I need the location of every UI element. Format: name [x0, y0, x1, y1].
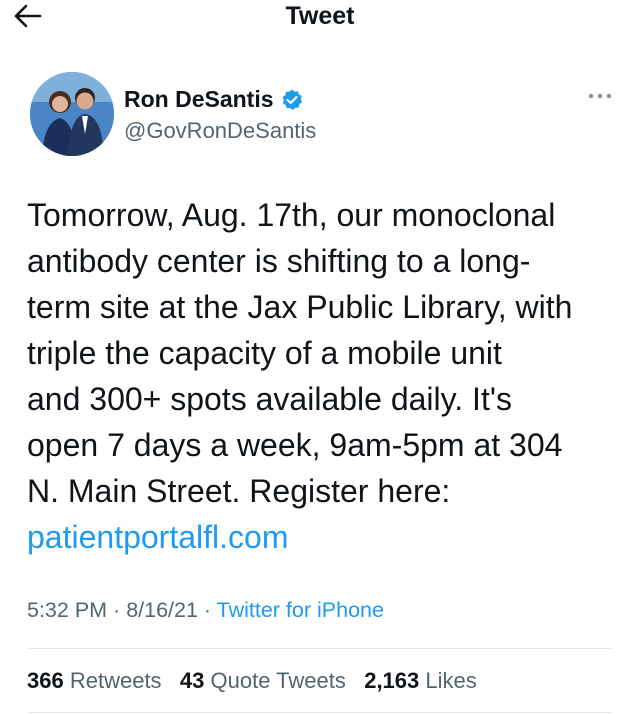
- likes-count: 2,163: [364, 668, 420, 693]
- more-horizontal-icon[interactable]: [584, 86, 616, 106]
- tweet-body: Tomorrow, Aug. 17th, our monoclonal anti…: [27, 197, 573, 509]
- meta-separator: ·: [107, 598, 127, 622]
- avatar-photo: [30, 72, 114, 156]
- avatar[interactable]: [30, 72, 114, 156]
- engagement-stats: 366 Retweets 43 Quote Tweets 2,163 Likes: [27, 668, 477, 694]
- likes-stat[interactable]: 2,163 Likes: [364, 668, 477, 693]
- tweet-source[interactable]: Twitter for iPhone: [217, 598, 384, 622]
- author-handle[interactable]: @GovRonDeSantis: [124, 118, 316, 144]
- likes-label: Likes: [425, 668, 477, 693]
- top-bar: Tweet: [0, 0, 640, 40]
- tweet-text: Tomorrow, Aug. 17th, our monoclonal anti…: [27, 192, 627, 560]
- page-title: Tweet: [285, 2, 355, 30]
- quote-tweets-count: 43: [179, 668, 205, 693]
- meta-separator: ·: [197, 598, 217, 622]
- retweets-stat[interactable]: 366 Retweets: [27, 668, 162, 693]
- author-name[interactable]: Ron DeSantis: [124, 86, 274, 113]
- tweet-date: 8/16/21: [126, 598, 198, 622]
- divider: [27, 648, 613, 649]
- retweets-count: 366: [27, 668, 64, 693]
- quote-tweets-label: Quote Tweets: [210, 668, 346, 693]
- quote-tweets-stat[interactable]: 43 Quote Tweets: [180, 668, 346, 693]
- tweet-link[interactable]: patientportalfl.com: [27, 519, 288, 555]
- retweets-label: Retweets: [69, 668, 162, 693]
- tweet-time: 5:32 PM: [27, 598, 108, 622]
- divider: [27, 712, 613, 713]
- tweet-meta: 5:32 PM · 8/16/21 · Twitter for iPhone: [27, 598, 384, 623]
- verified-badge-icon: [282, 89, 302, 110]
